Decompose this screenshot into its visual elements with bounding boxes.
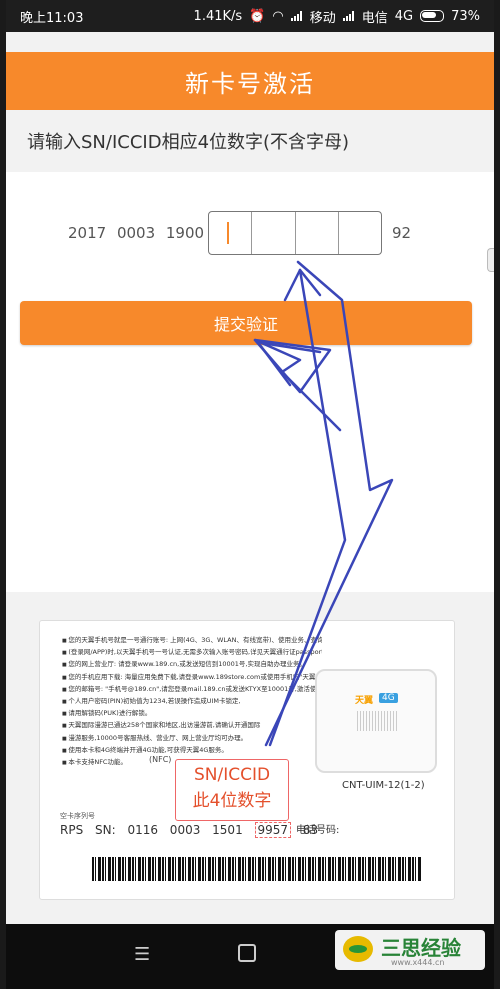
rps-highlight: 9957 [254, 822, 292, 838]
sn-suffix: 92 [392, 224, 412, 242]
card-line: 您的手机应用下载: 海量应用免费下载,请登录www.189store.com或使… [62, 672, 322, 684]
sim-card-image: 您的天翼手机号就是一号通行账号: 上网(4G、3G、WLAN、有线宽带)、使用业… [39, 620, 455, 900]
card-line: 使用本卡和4G终端并开通4G功能,可获得天翼4G服务。 [62, 745, 322, 757]
card-line: 您的天翼手机号就是一号通行账号: 上网(4G、3G、WLAN、有线宽带)、使用业… [62, 635, 322, 647]
carrier-2: 电信 [361, 10, 388, 26]
sn-callout: SN/ICCID 此4位数字 [175, 759, 289, 821]
card-line: 个人用户密码(PIN)初始值为1234,若误操作造成UIM卡锁定, [62, 696, 322, 708]
card-line: 漫游服务,10000号客服热线、营业厅、网上营业厅均可办理。 [62, 733, 322, 745]
alarm-icon: ⏰ [249, 8, 266, 24]
card-line: 请用解锁码(PUK)进行解锁。 [62, 708, 322, 720]
rps-label: 空卡序列号 [60, 812, 95, 820]
card-line: (登录网/APP)时,以天翼手机号一号认证,无需多次输入账号密码,详见天翼通行证… [62, 647, 322, 659]
barcode [92, 857, 422, 881]
rps-prefix: RPS SN: 0116 0003 1501 [60, 823, 243, 837]
instruction-text: 请输入SN/ICCID相应4位数字(不含字母) [27, 132, 350, 153]
edge-handle[interactable] [487, 248, 494, 272]
sim-chip: 天翼 4G [315, 669, 437, 773]
watermark-title: 三思经验 [381, 936, 461, 960]
network-type: 4G [394, 8, 414, 24]
signal-icon [290, 11, 303, 21]
sim-4g-badge: 4G [379, 693, 398, 703]
text-cursor [227, 222, 229, 244]
callout-line-1: SN/ICCID [193, 765, 271, 785]
battery-level: 73% [451, 8, 480, 24]
status-right: 1.41K/s ⏰ ◠ 移动 电信 4G 73% [194, 7, 480, 26]
home-icon[interactable] [238, 944, 256, 962]
nfc-label: (NFC) [149, 755, 172, 764]
rps-serial: RPS SN: 0116 0003 1501 9957 83 [60, 822, 318, 838]
watermark-url: www.x444.cn [391, 958, 445, 967]
phone-number-label: 电话号码: [296, 825, 340, 836]
watermark: 三思经验 www.x444.cn [335, 930, 485, 970]
card-line: 您的邮箱号: "手机号@189.cn",请您登录mail.189.cn或发送KT… [62, 684, 322, 696]
battery-icon [420, 10, 445, 22]
status-bar: 晚上11:03 1.41K/s ⏰ ◠ 移动 电信 4G 73% [6, 0, 494, 32]
code-entry-row: 2017 0003 1900 92 [6, 211, 494, 255]
card-instructions: 您的天翼手机号就是一号通行账号: 上网(4G、3G、WLAN、有线宽带)、使用业… [62, 635, 322, 769]
menu-icon[interactable]: ☰ [134, 944, 150, 965]
phone-screen: 晚上11:03 1.41K/s ⏰ ◠ 移动 电信 4G 73% 新卡号激活 请… [6, 0, 494, 989]
digit-cell-4[interactable] [339, 212, 381, 254]
sim-brand: 天翼 [355, 696, 374, 706]
signal-icon-2 [342, 11, 355, 21]
submit-button[interactable]: 提交验证 [20, 301, 472, 345]
digit-cell-3[interactable] [296, 212, 339, 254]
code-input[interactable] [208, 211, 382, 255]
wifi-icon: ◠ [272, 8, 284, 24]
card-line: 您的网上营业厅: 请登录www.189.cn,或发送短信到10001号,实现自助… [62, 659, 322, 671]
digit-cell-1[interactable] [209, 212, 253, 254]
callout-line-2: 此4位数字 [192, 791, 272, 811]
sim-pattern [357, 711, 397, 731]
network-speed: 1.41K/s [193, 8, 243, 24]
watermark-logo-icon [343, 936, 373, 962]
status-time: 晚上11:03 [20, 10, 84, 26]
carrier-1: 移动 [309, 10, 336, 26]
card-line: 天翼国际漫游已通达258个国家和地区,出访漫游前,请确认开通国际 [62, 720, 322, 732]
sim-model: CNT-UIM-12(1-2) [342, 780, 425, 791]
digit-cell-2[interactable] [252, 212, 296, 254]
page-title: 新卡号激活 [6, 52, 494, 110]
sn-prefix: 2017 0003 1900 [68, 224, 205, 242]
